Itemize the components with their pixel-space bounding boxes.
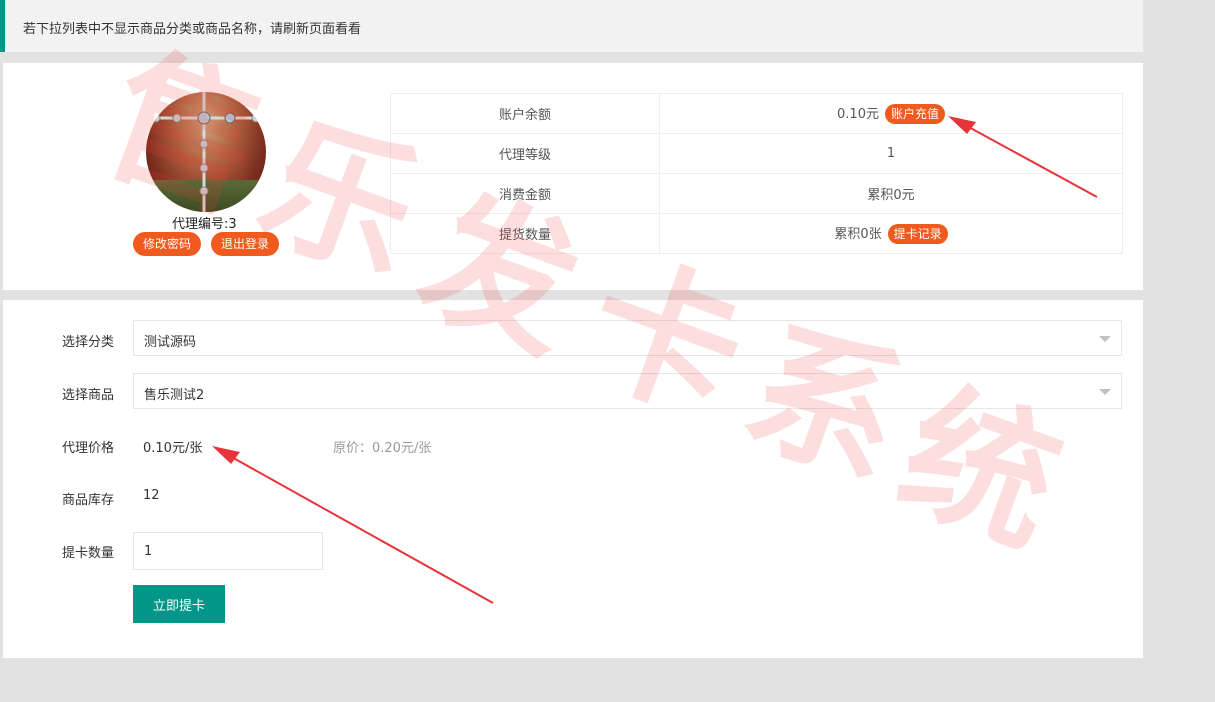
level-label: 代理等级 (390, 133, 660, 174)
stock-label: 商品库存 (62, 493, 115, 508)
account-table: 账户余额 0.10元 账户充值 代理等级 1 消费金额 累积0元 提货数量 累积0… (390, 93, 1123, 254)
table-row: 提货数量 累积0张 提卡记录 (390, 213, 1123, 254)
category-label: 选择分类 (62, 335, 115, 350)
category-selected-value: 测试源码 (144, 335, 197, 350)
stock-value: 12 (143, 488, 160, 503)
original-price: 原价：0.20元/张 (333, 441, 432, 456)
product-label: 选择商品 (62, 388, 115, 403)
qty-label: 提卡数量 (62, 546, 115, 561)
logout-button[interactable]: 退出登录 (211, 232, 280, 256)
agent-id: 代理编号:3 (172, 217, 237, 232)
table-row: 消费金额 累积0元 (390, 173, 1123, 214)
pickup-cell: 累积0张 提卡记录 (659, 213, 1123, 254)
quantity-input[interactable] (133, 532, 323, 570)
avatar-decoration-icon (146, 92, 266, 212)
table-row: 账户余额 0.10元 账户充值 (390, 93, 1123, 134)
notice-bar: 若下拉列表中不显示商品分类或商品名称，请刷新页面看看 (0, 0, 1143, 52)
spend-value: 累积0元 (659, 173, 1123, 214)
balance-label: 账户余额 (390, 93, 660, 134)
notice-text: 若下拉列表中不显示商品分类或商品名称，请刷新页面看看 (23, 22, 362, 37)
product-selected-value: 售乐测试2 (144, 388, 205, 403)
table-row: 代理等级 1 (390, 133, 1123, 174)
price-label: 代理价格 (62, 441, 115, 456)
chevron-down-icon (1099, 336, 1111, 342)
pickup-record-button[interactable]: 提卡记录 (887, 224, 948, 245)
product-select[interactable]: 售乐测试2 (133, 373, 1122, 409)
level-value: 1 (659, 133, 1123, 174)
submit-button[interactable]: 立即提卡 (133, 585, 225, 623)
change-password-button[interactable]: 修改密码 (133, 232, 202, 256)
balance-cell: 0.10元 账户充值 (659, 93, 1123, 134)
balance-value: 0.10元 (837, 106, 879, 122)
avatar (146, 92, 266, 212)
spend-label: 消费金额 (390, 173, 660, 214)
pickup-value: 累积0张 (834, 226, 882, 242)
pickup-label: 提货数量 (390, 213, 660, 254)
price-value: 0.10元/张 (143, 441, 203, 456)
recharge-button[interactable]: 账户充值 (884, 104, 945, 125)
category-select[interactable]: 测试源码 (133, 320, 1122, 356)
chevron-down-icon (1099, 389, 1111, 395)
